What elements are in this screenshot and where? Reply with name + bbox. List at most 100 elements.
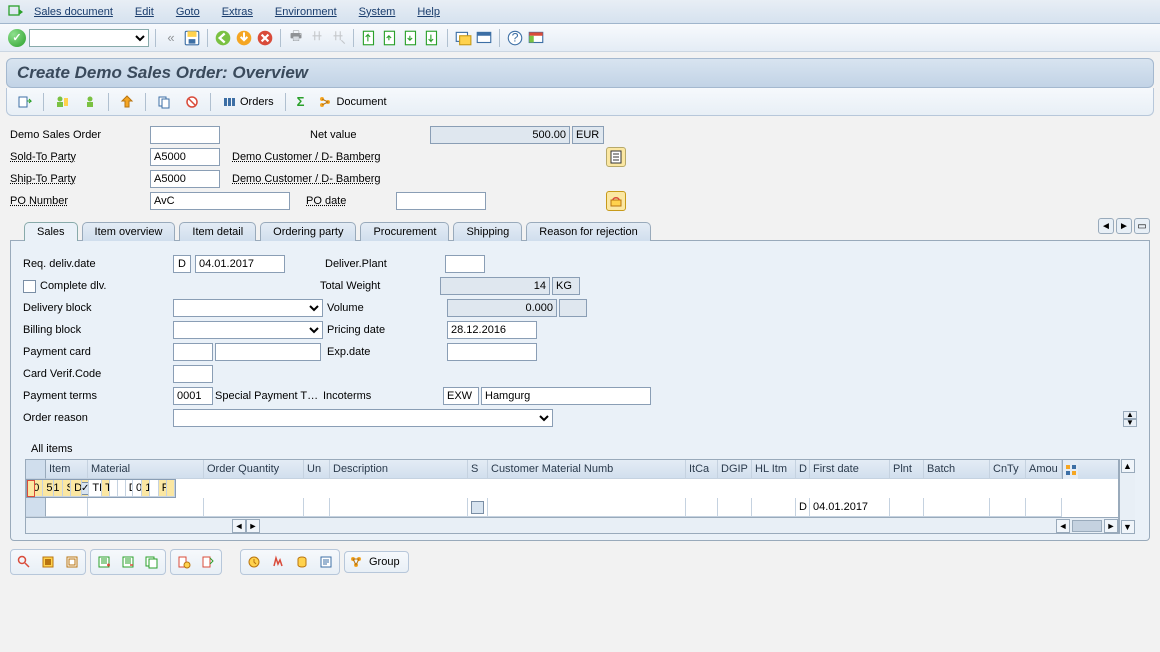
row-selector-header[interactable]: [26, 460, 46, 479]
req-deliv-type-input[interactable]: [173, 255, 191, 273]
ship-to-input[interactable]: [150, 170, 220, 188]
col-un[interactable]: Un: [304, 460, 330, 479]
cancel-ball-icon[interactable]: [256, 29, 274, 47]
last-page-icon[interactable]: [423, 29, 441, 47]
col-cust-mat[interactable]: Customer Material Numb: [488, 460, 686, 479]
tab-scroll-right-icon[interactable]: ►: [1116, 218, 1132, 234]
hscroll-right-icon[interactable]: ►: [246, 519, 260, 533]
costing-button[interactable]: [291, 552, 313, 572]
exit-ball-icon[interactable]: [235, 29, 253, 47]
col-first[interactable]: First date: [810, 460, 890, 479]
row-selector[interactable]: [27, 480, 35, 497]
cell-batch[interactable]: [150, 480, 159, 497]
tab-ordering-party[interactable]: Ordering party: [260, 222, 356, 241]
tab-list-icon[interactable]: ▭: [1134, 218, 1150, 234]
hscroll[interactable]: ◄ ► ◄ ►: [26, 517, 1118, 533]
hscroll-left-icon[interactable]: ◄: [232, 519, 246, 533]
vscroll[interactable]: ▲ ▼: [1119, 459, 1135, 534]
display-doc-button[interactable]: [13, 92, 37, 112]
command-field[interactable]: [29, 29, 149, 47]
col-s[interactable]: S: [468, 460, 488, 479]
deselect-all-button[interactable]: [61, 552, 83, 572]
first-page-icon[interactable]: [360, 29, 378, 47]
col-qty[interactable]: Order Quantity: [204, 460, 304, 479]
cell-hl[interactable]: [118, 480, 126, 497]
new-session-icon[interactable]: [454, 29, 472, 47]
cell-batch[interactable]: [924, 498, 990, 517]
cell-d[interactable]: D: [126, 480, 133, 497]
form-scroll-down-icon[interactable]: ▼: [1123, 419, 1137, 427]
incoterms-location-input[interactable]: [481, 387, 651, 405]
orders-button[interactable]: Orders: [217, 92, 279, 112]
cell-qty[interactable]: [204, 498, 304, 517]
col-plnt[interactable]: Plnt: [890, 460, 924, 479]
demo-order-input[interactable]: [150, 126, 220, 144]
fast-change-button[interactable]: [197, 552, 219, 572]
sold-to-input[interactable]: [150, 148, 220, 166]
cell-plnt[interactable]: [890, 498, 924, 517]
col-dgip[interactable]: DGIP: [718, 460, 752, 479]
ship-to-name[interactable]: Demo Customer / D- Bamberg: [232, 173, 381, 185]
back-ball-icon[interactable]: [214, 29, 232, 47]
req-deliv-date-input[interactable]: [195, 255, 285, 273]
enter-icon[interactable]: ✓: [8, 29, 26, 47]
tab-sales[interactable]: Sales: [24, 222, 78, 241]
tab-item-overview[interactable]: Item overview: [82, 222, 176, 241]
cell-dgip[interactable]: [718, 498, 752, 517]
cell-cnty[interactable]: PR00: [159, 480, 167, 497]
conditions-button[interactable]: [267, 552, 289, 572]
save-icon[interactable]: [183, 29, 201, 47]
detail-button[interactable]: [13, 552, 35, 572]
schedule-lines-button[interactable]: [243, 552, 265, 572]
sum-button[interactable]: Σ: [292, 92, 310, 112]
menu-environment[interactable]: Environment: [275, 6, 337, 18]
payment-terms-input[interactable]: [173, 387, 213, 405]
exp-date-input[interactable]: [447, 343, 537, 361]
cell-cnty[interactable]: [990, 498, 1026, 517]
pricing-date-input[interactable]: [447, 321, 537, 339]
deliv-plant-input[interactable]: [445, 255, 485, 273]
tab-procurement[interactable]: Procurement: [360, 222, 449, 241]
cell-desc[interactable]: [330, 498, 468, 517]
order-reason-select[interactable]: [173, 409, 553, 427]
cell-qty[interactable]: 1: [54, 480, 64, 497]
card-verif-input[interactable]: [173, 365, 213, 383]
delete-row-button[interactable]: [117, 552, 139, 572]
availability-button[interactable]: [115, 92, 139, 112]
insert-row-button[interactable]: [93, 552, 115, 572]
ship-to-label[interactable]: Ship-To Party: [10, 173, 150, 185]
col-amount[interactable]: Amou: [1026, 460, 1062, 479]
table-config-icon[interactable]: [1062, 460, 1078, 479]
menu-help[interactable]: Help: [417, 6, 440, 18]
cell-un[interactable]: ST: [63, 480, 71, 497]
shortcut-icon[interactable]: [475, 29, 493, 47]
col-item[interactable]: Item: [46, 460, 88, 479]
sold-to-label[interactable]: Sold-To Party: [10, 151, 150, 163]
menu-system[interactable]: System: [359, 6, 396, 18]
cell-cust-mat[interactable]: TEST-123: [89, 480, 102, 497]
vscroll-up-icon[interactable]: ▲: [1121, 459, 1135, 473]
po-number-label[interactable]: PO Number: [10, 195, 150, 207]
col-hl[interactable]: HL Itm: [752, 460, 796, 479]
col-cnty[interactable]: CnTy: [990, 460, 1026, 479]
sap-menu-icon[interactable]: [8, 4, 24, 20]
tab-reason-rejection[interactable]: Reason for rejection: [526, 222, 650, 241]
cell-dgip[interactable]: [110, 480, 118, 497]
hscroll-thumb[interactable]: [1072, 520, 1102, 532]
text-button[interactable]: [315, 552, 337, 572]
sold-to-name[interactable]: Demo Customer / D- Bamberg: [232, 151, 381, 163]
po-date-label[interactable]: PO date: [306, 195, 396, 207]
po-number-input[interactable]: [150, 192, 290, 210]
table-row[interactable]: D 04.01.2017: [26, 498, 1118, 517]
table-row[interactable]: 10 50065670 1 ST Demo Customer Mater… ✓ …: [26, 479, 176, 498]
document-button[interactable]: Document: [313, 92, 391, 112]
propose-items-button[interactable]: [173, 552, 195, 572]
col-material[interactable]: Material: [88, 460, 204, 479]
group-button[interactable]: Group: [344, 551, 409, 573]
menu-extras[interactable]: Extras: [222, 6, 253, 18]
col-batch[interactable]: Batch: [924, 460, 990, 479]
config-icon[interactable]: [606, 191, 626, 211]
payment-card-num-input[interactable]: [215, 343, 321, 361]
menu-edit[interactable]: Edit: [135, 6, 154, 18]
header-button[interactable]: [50, 92, 74, 112]
